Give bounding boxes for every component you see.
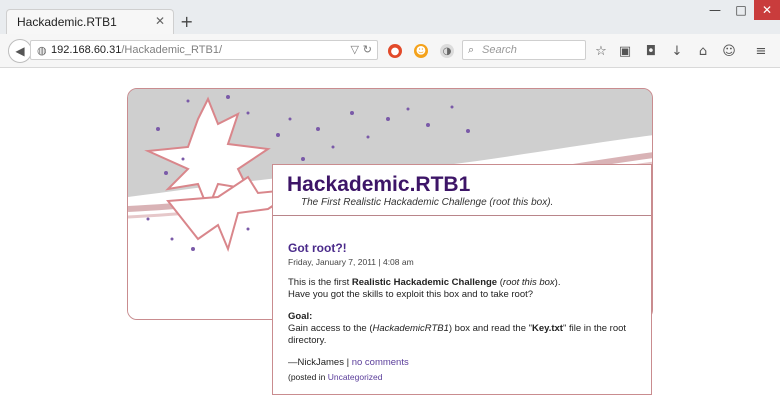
content-box: Hackademic.RTB1 The First Realistic Hack… xyxy=(272,164,652,395)
menu-icon[interactable]: ≡ xyxy=(752,42,770,60)
home-icon[interactable]: ⌂ xyxy=(694,42,712,60)
posted-in-text: (posted in xyxy=(288,372,328,382)
search-placeholder: Search xyxy=(482,44,517,56)
post-author: —NickJames xyxy=(288,357,344,368)
site-title[interactable]: Hackademic.RTB1 xyxy=(287,173,470,197)
back-icon[interactable]: ◀ xyxy=(8,39,32,63)
minimize-button[interactable]: — xyxy=(702,0,728,20)
pocket-icon[interactable]: ◘ xyxy=(642,42,660,60)
bookmark-star-icon[interactable]: ☆ xyxy=(592,42,610,60)
tab-title: Hackademic.RTB1 xyxy=(17,15,117,29)
addon-palette-icon[interactable]: ◑ xyxy=(440,44,454,58)
browser-chrome: Hackademic.RTB1 ✕ + — □ ✕ ◀ ◍ 192.168.60… xyxy=(0,0,780,68)
comments-link[interactable]: no comments xyxy=(352,357,409,368)
url-host: 192.168.60.31 xyxy=(51,44,122,56)
post: Got root?! Friday, January 7, 2011 | 4:0… xyxy=(288,241,638,382)
reload-icon[interactable]: ↻ xyxy=(363,43,372,56)
intro-bold: Realistic Hackademic Challenge xyxy=(351,277,498,288)
post-date: Friday, January 7, 2011 | 4:08 am xyxy=(288,257,414,267)
goal-keyfile: Key.txt xyxy=(532,323,563,334)
dropdown-icon[interactable]: ▽ xyxy=(351,43,359,56)
url-text: 192.168.60.31/Hackademic_RTB1/ xyxy=(51,44,222,56)
goal-label: Goal: xyxy=(288,311,313,322)
post-goal: Goal: Gain access to the (HackademicRTB1… xyxy=(288,311,638,347)
intro-question: Have you got the skills to exploit this … xyxy=(288,289,534,300)
nav-bar: ◀ ◍ 192.168.60.31/Hackademic_RTB1/ ▽ ↻ ●… xyxy=(0,34,780,68)
reading-list-icon[interactable]: ▣ xyxy=(616,42,634,60)
intro-paren-close: ). xyxy=(554,277,561,288)
addon-face-icon[interactable]: ☻ xyxy=(414,44,428,58)
globe-icon: ◍ xyxy=(37,44,47,57)
post-category: (posted in Uncategorized xyxy=(288,372,638,382)
site-banner: Hackademic.RTB1 The First Realistic Hack… xyxy=(273,165,651,216)
search-icon: ⌕ xyxy=(468,43,475,56)
chat-icon[interactable]: ☺ xyxy=(720,42,738,60)
url-path: /Hackademic_RTB1/ xyxy=(121,44,223,56)
page-viewport: Hackademic.RTB1 The First Realistic Hack… xyxy=(0,68,780,410)
tab-strip: Hackademic.RTB1 ✕ + — □ ✕ xyxy=(0,0,780,35)
maximize-button[interactable]: □ xyxy=(728,0,754,20)
goal-text-c: ) box and read the " xyxy=(448,323,532,334)
intro-italic: root this box xyxy=(502,277,555,288)
post-title[interactable]: Got root?! xyxy=(288,241,638,255)
post-meta: —NickJames | no comments xyxy=(288,357,638,368)
url-bar[interactable]: ◍ 192.168.60.31/Hackademic_RTB1/ ▽ ↻ xyxy=(30,40,378,60)
meta-separator: | xyxy=(343,357,352,368)
goal-text-a: Gain access to the ( xyxy=(288,323,373,334)
intro-text: This is the first xyxy=(288,277,352,288)
close-window-button[interactable]: ✕ xyxy=(754,0,780,20)
tab-close-icon[interactable]: ✕ xyxy=(155,14,165,28)
addon-shield-icon[interactable]: ● xyxy=(388,44,402,58)
download-icon[interactable]: ↓ xyxy=(668,42,686,60)
site-description: The First Realistic Hackademic Challenge… xyxy=(301,197,554,208)
post-intro: This is the first Realistic Hackademic C… xyxy=(288,277,638,301)
category-link[interactable]: Uncategorized xyxy=(328,372,383,382)
search-input[interactable]: ⌕ Search xyxy=(462,40,586,60)
browser-tab[interactable]: Hackademic.RTB1 ✕ xyxy=(6,9,174,35)
new-tab-button[interactable]: + xyxy=(180,12,193,31)
goal-box-name: HackademicRTB1 xyxy=(372,323,449,334)
window-controls: — □ ✕ xyxy=(702,0,780,20)
